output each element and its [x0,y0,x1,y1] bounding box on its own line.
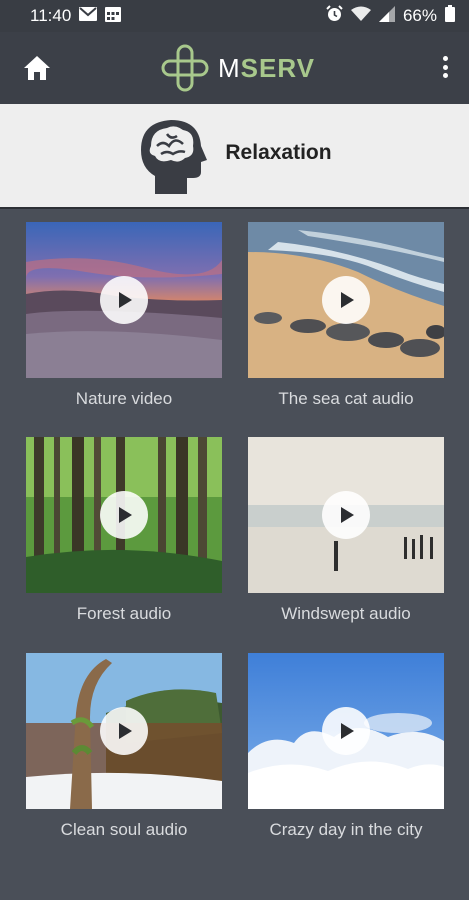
status-time: 11:40 [30,6,72,25]
media-thumbnail [26,222,222,378]
battery-percent: 66% [402,6,437,25]
brand-prefix: M [217,52,241,83]
play-icon[interactable] [100,491,148,539]
app-bar: MSERV [0,32,469,104]
media-thumbnail [248,222,444,378]
media-title: The sea cat audio [278,389,414,408]
brand-logo: MSERV [160,43,315,93]
play-icon[interactable] [322,276,370,324]
media-thumbnail [26,437,222,593]
head-brain-icon [141,119,208,194]
brand-suffix: SERV [240,52,315,83]
media-thumbnail [26,653,222,809]
media-thumbnail [248,653,444,809]
media-item-forest-audio[interactable]: Forest audio [26,437,222,624]
media-title: Nature video [75,389,173,408]
play-icon[interactable] [100,707,148,755]
brand-name: MSERV [218,53,315,84]
logo-cross-icon [161,44,209,92]
media-item-crazy-day-in-the-city[interactable]: Crazy day in the city [248,653,444,840]
calendar-icon [105,6,122,27]
media-item-nature-video[interactable]: Nature video [26,222,222,409]
more-vert-icon[interactable] [439,52,451,82]
media-title: Crazy day in the city [269,820,423,839]
mail-icon [79,6,98,26]
alarm-icon [326,5,343,27]
home-icon[interactable] [22,54,52,82]
wifi-icon [350,6,371,27]
battery-icon [445,5,455,27]
signal-icon [378,5,395,27]
media-title: Windswept audio [281,604,411,623]
media-title: Forest audio [76,604,172,623]
media-thumbnail [248,437,444,593]
category-header: Relaxation [0,104,469,209]
play-icon[interactable] [322,491,370,539]
play-icon[interactable] [100,276,148,324]
media-item-sea-cat-audio[interactable]: The sea cat audio [248,222,444,409]
media-item-clean-soul-audio[interactable]: Clean soul audio [26,653,222,840]
media-title: Clean soul audio [60,820,188,839]
media-item-windswept-audio[interactable]: Windswept audio [248,437,444,624]
play-icon[interactable] [322,707,370,755]
status-bar: 11:40 66% [0,0,469,32]
category-title: Relaxation [225,140,332,164]
